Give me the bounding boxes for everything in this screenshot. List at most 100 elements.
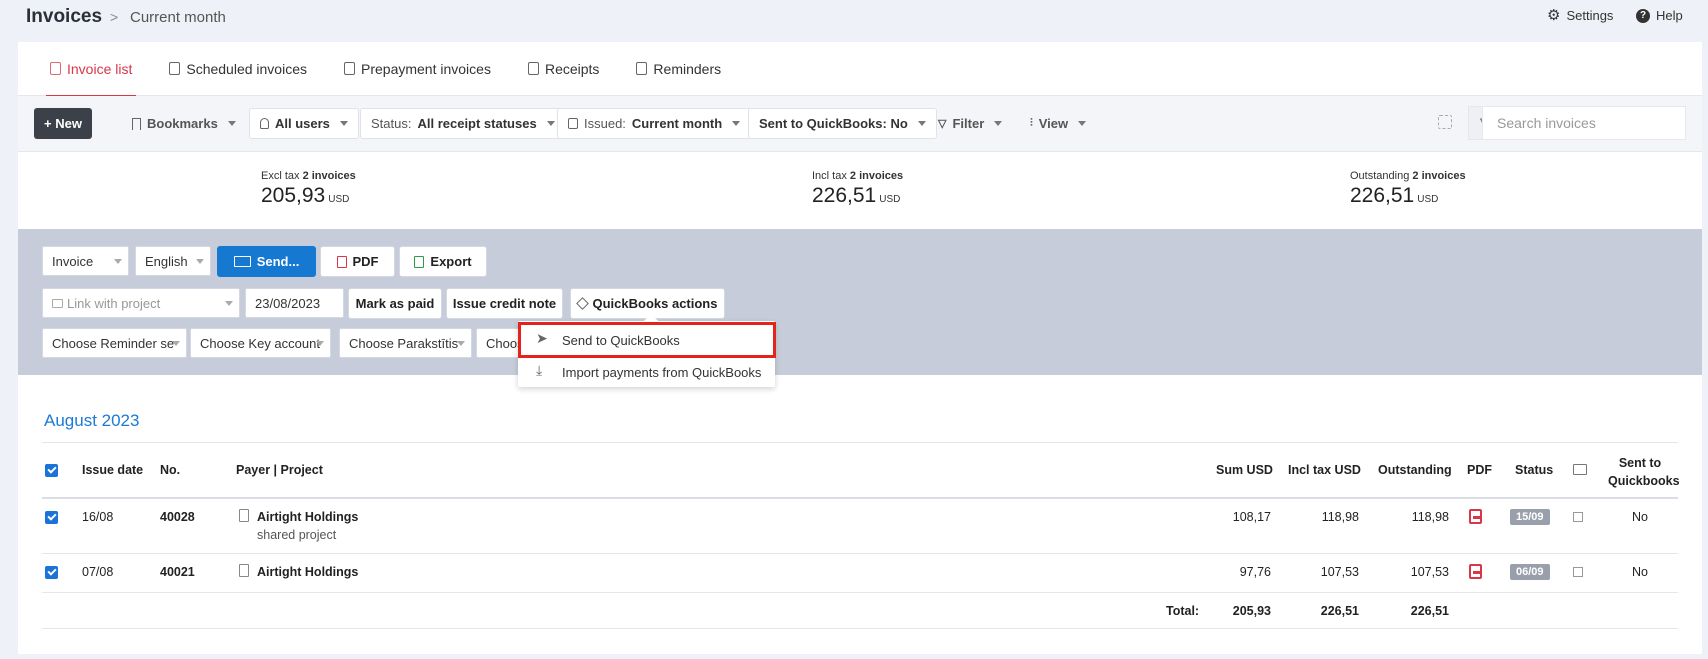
col-sent-quickbooks[interactable]: Sent to Quickbooks bbox=[1608, 454, 1680, 490]
bookmarks-button[interactable]: Bookmarks bbox=[122, 108, 246, 139]
chevron-down-icon bbox=[546, 121, 555, 126]
briefcase-icon bbox=[52, 299, 63, 308]
total-outstanding: 226,51 bbox=[1410, 604, 1449, 618]
view-label: View bbox=[1038, 116, 1069, 131]
chevron-down-icon bbox=[994, 121, 1003, 126]
select-value: English bbox=[145, 253, 188, 269]
summary-outstanding: Outstanding 2 invoices 226,51 USD bbox=[1350, 170, 1466, 208]
summary-value: 226,51 USD bbox=[1350, 184, 1439, 207]
breadcrumb[interactable]: Current month bbox=[130, 9, 226, 26]
mark-paid-button[interactable]: Mark as paid bbox=[348, 288, 442, 319]
col-issue-date[interactable]: Issue date bbox=[82, 463, 143, 477]
divider bbox=[42, 442, 1678, 443]
col-payer[interactable]: Payer | Project bbox=[236, 463, 323, 477]
mail-checkbox[interactable] bbox=[1573, 512, 1583, 522]
key-account-select[interactable]: Choose Key account bbox=[190, 328, 331, 358]
col-number[interactable]: No. bbox=[160, 463, 180, 477]
pdf-icon[interactable] bbox=[1469, 509, 1482, 524]
issued-filter[interactable]: Issued: Current month bbox=[557, 108, 752, 139]
import-payments-item[interactable]: ⤓ Import payments from QuickBooks bbox=[518, 356, 775, 388]
row-checkbox[interactable] bbox=[45, 566, 58, 579]
date-value: 23/08/2023 bbox=[255, 295, 321, 311]
sent-qb-label: Sent to QuickBooks: No bbox=[759, 116, 908, 131]
document-type-select[interactable]: Invoice bbox=[42, 246, 129, 276]
col-status[interactable]: Status bbox=[1515, 463, 1553, 477]
export-button[interactable]: Export bbox=[399, 246, 487, 277]
total-sum: 205,93 bbox=[1232, 604, 1271, 618]
chevron-down-icon bbox=[339, 121, 348, 126]
row-payer[interactable]: Airtight Holdings bbox=[257, 565, 358, 579]
download-icon: ⤓ bbox=[536, 362, 543, 378]
date-input[interactable]: 23/08/2023 bbox=[245, 288, 344, 318]
header-line: Quickbooks bbox=[1608, 474, 1680, 488]
reminder-select[interactable]: Choose Reminder se bbox=[42, 328, 187, 358]
row-date: 16/08 bbox=[82, 510, 114, 524]
col-incl-tax[interactable]: Incl tax USD bbox=[1288, 463, 1361, 477]
sent-quickbooks-filter[interactable]: Sent to QuickBooks: No bbox=[748, 108, 937, 139]
select-value: Link with project bbox=[67, 295, 161, 311]
chevron-down-icon bbox=[917, 121, 926, 126]
help-icon: ? bbox=[1636, 8, 1650, 23]
signer-select[interactable]: Choose Parakstītis bbox=[339, 328, 472, 358]
col-pdf: PDF bbox=[1467, 463, 1492, 477]
quickbooks-icon bbox=[575, 297, 589, 310]
help-link[interactable]: ? Help bbox=[1636, 8, 1683, 23]
sliders-icon: ⫶ bbox=[1030, 117, 1033, 129]
tab-label: Reminders bbox=[653, 60, 722, 77]
pdf-icon bbox=[336, 255, 347, 268]
row-number[interactable]: 40028 bbox=[160, 510, 195, 524]
select-value: Choose Reminder se bbox=[52, 335, 175, 351]
tab-label: Invoice list bbox=[67, 60, 133, 77]
chevron-down-icon bbox=[732, 121, 741, 126]
scheduled-icon bbox=[169, 62, 181, 75]
summary-value: 226,51 USD bbox=[812, 184, 901, 207]
total-divider bbox=[42, 628, 1678, 629]
row-checkbox[interactable] bbox=[45, 511, 58, 524]
send-button[interactable]: Send... bbox=[217, 246, 316, 277]
row-divider bbox=[42, 553, 1678, 554]
chevron-down-icon bbox=[316, 341, 324, 346]
page-title: Invoices bbox=[26, 6, 103, 27]
chevron-down-icon bbox=[227, 121, 236, 126]
tab-prepayment-invoices[interactable]: Prepayment invoices bbox=[344, 42, 491, 96]
tab-reminders[interactable]: Reminders bbox=[636, 42, 721, 96]
pdf-icon[interactable] bbox=[1469, 564, 1482, 579]
row-payer[interactable]: Airtight Holdings bbox=[257, 510, 358, 524]
view-button[interactable]: ⫶ View bbox=[1020, 108, 1096, 139]
link-project-select[interactable]: Link with project bbox=[42, 288, 240, 318]
row-outstanding: 118,98 bbox=[1411, 510, 1449, 524]
gear-icon: ⚙ bbox=[1547, 7, 1561, 24]
row-number[interactable]: 40021 bbox=[160, 565, 195, 579]
tab-invoice-list[interactable]: Invoice list bbox=[45, 42, 137, 97]
row-sum: 97,76 bbox=[1239, 565, 1271, 579]
tab-receipts[interactable]: Receipts bbox=[527, 42, 599, 96]
tab-label: Prepayment invoices bbox=[361, 60, 491, 77]
col-sum[interactable]: Sum USD bbox=[1216, 463, 1273, 477]
summary-excl-tax: Excl tax 2 invoices 205,93 USD bbox=[261, 170, 356, 208]
col-outstanding[interactable]: Outstanding bbox=[1378, 463, 1452, 477]
summary-label: Excl tax 2 invoices bbox=[261, 170, 356, 182]
envelope-open-icon bbox=[1573, 464, 1587, 475]
bookmark-icon bbox=[132, 117, 141, 130]
search-input[interactable] bbox=[1482, 106, 1686, 140]
filter-button[interactable]: ▽ Filter bbox=[928, 108, 1012, 139]
expand-icon[interactable] bbox=[1438, 115, 1452, 129]
pdf-button[interactable]: PDF bbox=[320, 246, 395, 277]
select-all-checkbox[interactable] bbox=[45, 464, 58, 477]
status-filter[interactable]: Status: All receipt statuses bbox=[360, 108, 566, 139]
quickbooks-actions-button[interactable]: QuickBooks actions bbox=[570, 288, 725, 319]
new-button[interactable]: + New bbox=[34, 108, 92, 139]
settings-link[interactable]: ⚙ Settings bbox=[1547, 8, 1613, 23]
users-label: All users bbox=[275, 116, 330, 131]
mail-checkbox[interactable] bbox=[1573, 567, 1583, 577]
issue-credit-note-button[interactable]: Issue credit note bbox=[446, 288, 563, 319]
row-divider bbox=[42, 592, 1678, 593]
row-incl-tax: 107,53 bbox=[1320, 565, 1359, 579]
status-badge: 06/09 bbox=[1510, 564, 1550, 580]
row-outstanding: 107,53 bbox=[1410, 565, 1449, 579]
tab-scheduled-invoices[interactable]: Scheduled invoices bbox=[169, 42, 307, 96]
summary-label: Incl tax 2 invoices bbox=[812, 170, 904, 182]
row-sent-quickbooks: No bbox=[1632, 565, 1648, 579]
language-select[interactable]: English bbox=[135, 246, 211, 276]
users-filter[interactable]: All users bbox=[249, 108, 359, 139]
